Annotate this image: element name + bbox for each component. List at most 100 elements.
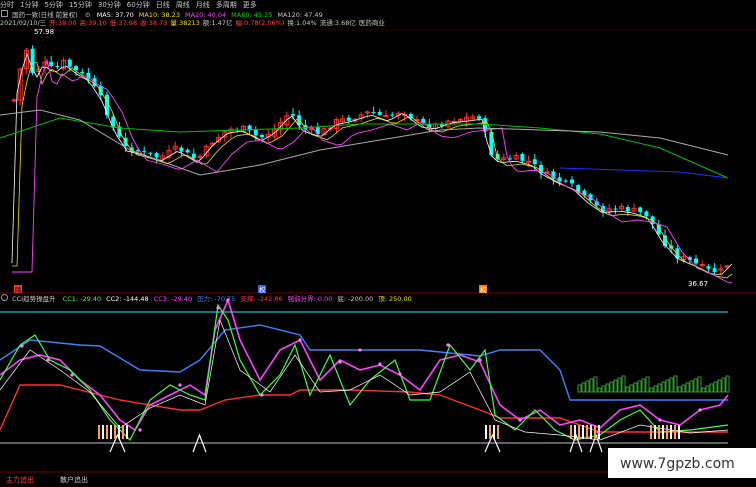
green-bar — [681, 384, 686, 393]
signal-dot — [70, 373, 74, 377]
pressure-line — [0, 324, 728, 401]
green-bar — [597, 387, 602, 393]
green-bar — [605, 383, 610, 393]
signal-bar — [98, 425, 100, 439]
green-bar — [613, 379, 618, 393]
candle-body — [191, 153, 196, 159]
candle-body — [638, 207, 643, 213]
signal-dot — [596, 430, 600, 434]
candle-body — [80, 71, 85, 74]
signal-bar — [650, 425, 652, 439]
green-bar — [669, 377, 674, 393]
candle-body — [55, 66, 60, 68]
signal-dot — [46, 358, 50, 362]
green-bar — [657, 383, 662, 393]
green-bar — [649, 387, 654, 393]
indicator-panel — [0, 297, 730, 453]
green-bar — [677, 386, 682, 393]
candle-body — [706, 266, 711, 269]
candle-body — [11, 99, 17, 102]
candle-body — [142, 150, 147, 152]
signal-bar — [582, 425, 584, 439]
green-bar — [637, 380, 642, 393]
candle-body — [260, 134, 264, 138]
signal-bar — [658, 425, 660, 439]
green-bar — [701, 387, 706, 393]
green-bar — [581, 382, 586, 393]
candle-body — [179, 147, 184, 152]
price-low-label: 36.67 — [688, 280, 708, 288]
signal-dot — [20, 344, 24, 348]
green-bar — [713, 381, 718, 393]
signal-bar — [590, 425, 592, 439]
signal-dot — [226, 298, 230, 302]
candle-body — [526, 160, 532, 163]
signal-bar — [110, 425, 112, 439]
signal-bar — [662, 425, 664, 439]
watermark: www.7gpzb.com — [620, 456, 735, 472]
signal-bar — [574, 425, 576, 439]
green-bar — [585, 380, 590, 393]
price-high-label: 57.98 — [34, 28, 54, 36]
signal-bar — [493, 425, 495, 439]
candle-body — [699, 263, 705, 266]
candle-body — [67, 59, 72, 67]
cc2-line — [0, 318, 729, 441]
signal-dot — [358, 348, 362, 352]
marker-3: 权 — [480, 285, 487, 294]
green-bar — [673, 375, 678, 393]
signal-bar — [114, 425, 116, 439]
green-bar — [717, 379, 722, 393]
candle-body — [148, 152, 153, 154]
candles — [11, 45, 730, 276]
green-bar — [705, 385, 710, 393]
signal-bar — [106, 425, 108, 439]
bottom-tab-bar: 主力追出 散户追出 — [0, 474, 756, 487]
signal-dot — [216, 306, 220, 310]
green-bar — [625, 386, 630, 393]
candle-body — [712, 268, 717, 272]
signal-bar — [678, 425, 680, 439]
price-panel — [0, 29, 756, 473]
signal-bar — [497, 425, 499, 439]
signal-dot — [698, 408, 702, 412]
green-bar — [685, 382, 690, 393]
signal-dot — [446, 343, 450, 347]
bottom-tab-1[interactable]: 散户追出 — [60, 476, 88, 484]
candle-body — [185, 149, 190, 153]
green-bar — [689, 380, 694, 393]
candle-body — [625, 207, 630, 212]
candle-body — [49, 61, 54, 66]
kline-chart[interactable]: 57.98 36.67 除 权 权 www.7gpzb.com — [0, 0, 756, 487]
signal-dot — [260, 393, 264, 397]
signal-bar — [674, 425, 676, 439]
green-bar — [725, 375, 730, 393]
candle-body — [644, 211, 649, 217]
signal-dot — [478, 358, 482, 362]
ma20-line — [12, 58, 733, 284]
signal-dot — [378, 362, 382, 366]
green-bar — [721, 377, 726, 393]
signal-bar — [578, 425, 580, 439]
green-bar — [653, 385, 658, 393]
candle-body — [154, 153, 159, 158]
candle-body — [520, 153, 525, 161]
signal-dot — [658, 418, 662, 422]
signal-bar — [122, 425, 124, 439]
green-bar — [589, 378, 594, 393]
candle-body — [197, 155, 203, 158]
cc1-line — [0, 303, 729, 442]
green-bar — [641, 378, 646, 393]
ma120-line — [0, 109, 729, 176]
green-bar — [709, 383, 714, 393]
green-bar — [633, 382, 638, 393]
ma60-line — [0, 117, 729, 179]
bottom-tab-0[interactable]: 主力追出 — [6, 476, 34, 484]
ma250-line — [559, 167, 729, 179]
signal-dot — [398, 372, 402, 376]
marker-2: 权 — [259, 285, 266, 294]
signal-bar — [570, 425, 572, 439]
green-bar — [609, 381, 614, 393]
marker-1: 除 — [15, 285, 22, 294]
signal-bar — [666, 425, 668, 439]
